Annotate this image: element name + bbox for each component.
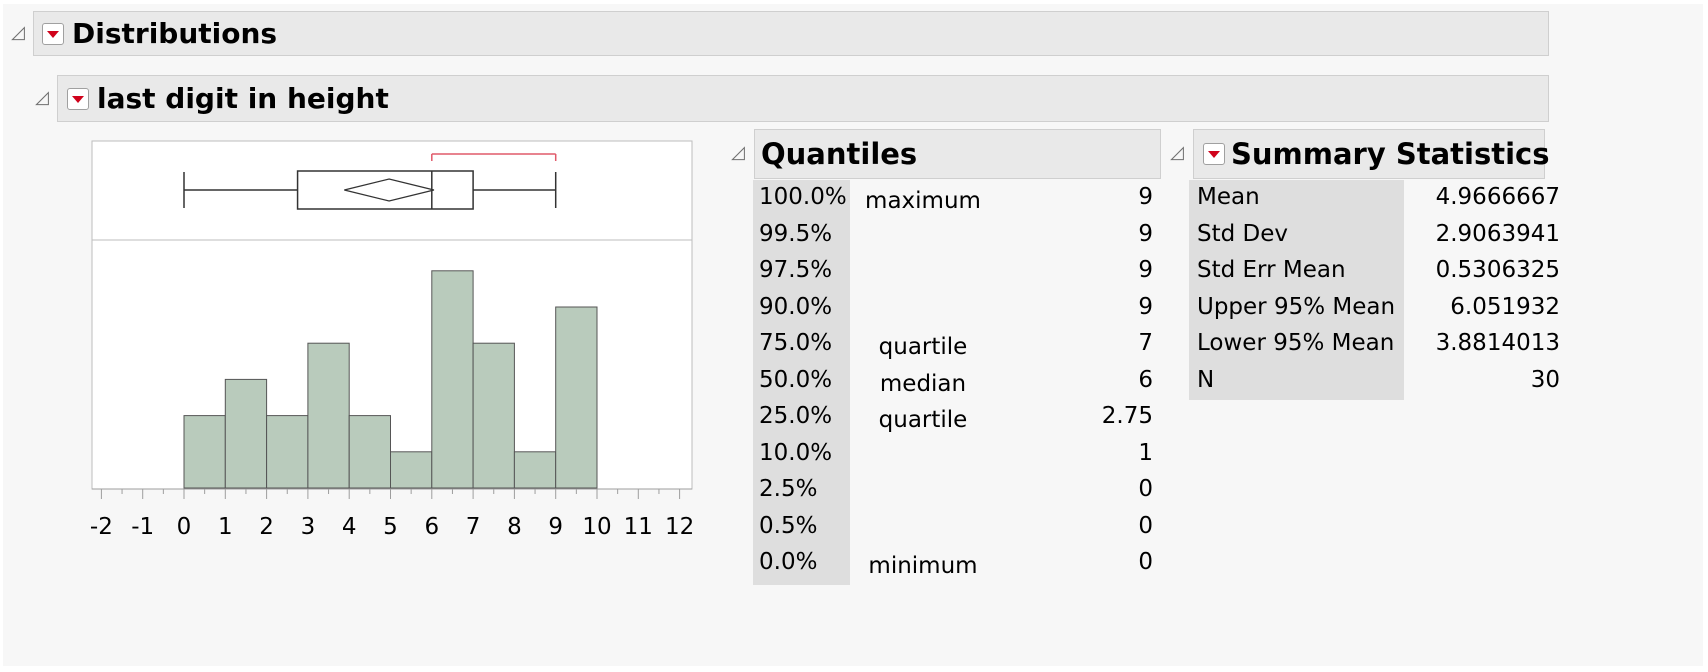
quantiles-header: Quantiles [754,129,1161,179]
x-tick-label: 7 [466,514,481,540]
quantile-value: 0 [1138,476,1153,502]
quantile-value: 9 [1138,220,1153,247]
quantile-percent: 50.0% [759,366,833,393]
quantile-row: 100.0% maximum 9 [753,180,1161,216]
summary-value: 2.9063941 [1435,220,1560,247]
quantile-value: 9 [1138,293,1153,320]
summary-value: 30 [1530,366,1560,393]
summary-label: Mean [1197,184,1260,210]
quantile-row: 10.0% 1 [753,436,1161,472]
quantile-value: 7 [1138,330,1153,356]
histogram-bar [513,451,557,489]
quantile-percent: 99.5% [759,220,833,247]
x-tick-label: -1 [131,514,154,540]
histogram-bar [224,378,268,489]
x-tick-label: 5 [383,514,398,540]
summary-value: 6.051932 [1450,293,1560,320]
quantile-value: 1 [1138,439,1153,466]
x-tick-label: 12 [665,514,694,540]
quantile-row: 0.5% 0 [753,509,1161,545]
quantile-percent: 100.0% [759,184,847,210]
x-tick-label: 11 [624,514,653,540]
summary-statistics-header: Summary Statistics [1193,129,1549,179]
summary-row: Std Dev 2.9063941 [1189,217,1564,253]
quantile-value: 6 [1138,366,1153,393]
quantile-label: quartile [878,334,968,360]
quantile-label: quartile [878,407,968,433]
summary-value: 4.9666667 [1435,184,1560,210]
quantile-row: 50.0% median 6 [753,363,1161,399]
summary-label: Std Err Mean [1197,257,1346,283]
histogram-bar [431,270,474,489]
summary-row: Mean 4.9666667 [1189,180,1564,216]
x-tick-label: 6 [424,514,439,540]
x-tick-label: 3 [301,514,316,540]
histogram-bar [266,415,309,489]
quantile-percent: 25.0% [759,403,833,429]
histogram-bar [555,306,598,489]
summary-value: 0.5306325 [1435,257,1560,283]
quantile-percent: 2.5% [759,476,818,502]
x-tick-label: 10 [582,514,611,540]
quantile-percent: 10.0% [759,439,833,466]
quantile-row: 75.0% quartile 7 [753,326,1161,362]
quantile-percent: 97.5% [759,257,833,283]
x-tick-label: 0 [177,514,192,540]
quantile-row: 2.5% 0 [753,472,1161,508]
summary-row: Lower 95% Mean 3.8814013 [1189,326,1564,362]
x-tick-label: 9 [548,514,563,540]
quantile-percent: 0.5% [759,512,818,539]
histogram-bar [472,342,515,489]
quantile-row: 97.5% 9 [753,253,1161,289]
summary-label: Std Dev [1197,220,1289,247]
quantile-percent: 75.0% [759,330,833,356]
summary-label: Lower 95% Mean [1197,330,1395,356]
collapse-triangle-icon[interactable]: ◿ [731,144,745,162]
summary-statistics-title: Summary Statistics [1231,137,1550,171]
quantile-label: minimum [868,553,978,579]
histogram-bar [183,415,226,489]
x-tick-label: -2 [90,514,113,540]
quantile-value: 9 [1138,184,1153,210]
collapse-triangle-icon[interactable]: ◿ [1170,144,1184,162]
summary-label: N [1197,366,1215,393]
box [296,170,474,210]
x-tick-label: 8 [507,514,522,540]
quantile-row: 25.0% quartile 2.75 [753,399,1161,435]
x-tick-label: 2 [259,514,274,540]
red-triangle-menu-icon[interactable] [1203,143,1225,165]
summary-label: Upper 95% Mean [1197,293,1396,320]
x-tick-label: 4 [342,514,357,540]
quantile-value: 0 [1138,549,1153,575]
x-tick-label: 1 [218,514,233,540]
histogram-bar [348,415,392,489]
quantile-percent: 0.0% [759,549,818,575]
quantile-value: 0 [1138,512,1153,539]
quantile-value: 2.75 [1101,403,1153,429]
summary-value: 3.8814013 [1435,330,1560,356]
histogram-bar [390,451,433,489]
histogram-bar [307,342,350,489]
summary-row: N 30 [1189,363,1564,399]
quantile-row: 90.0% 9 [753,290,1161,326]
quantile-row: 0.0% minimum 0 [753,545,1161,581]
quantile-row: 99.5% 9 [753,217,1161,253]
quantiles-title: Quantiles [761,137,918,171]
quantile-percent: 90.0% [759,293,833,320]
quantile-value: 9 [1138,257,1153,283]
quantile-label: maximum [865,188,981,214]
quantile-label: median [879,370,967,397]
x-axis: -2 -1 0 1 2 3 4 5 6 7 8 9 10 11 12 [90,488,694,540]
summary-row: Upper 95% Mean 6.051932 [1189,290,1564,326]
summary-row: Std Err Mean 0.5306325 [1189,253,1564,289]
